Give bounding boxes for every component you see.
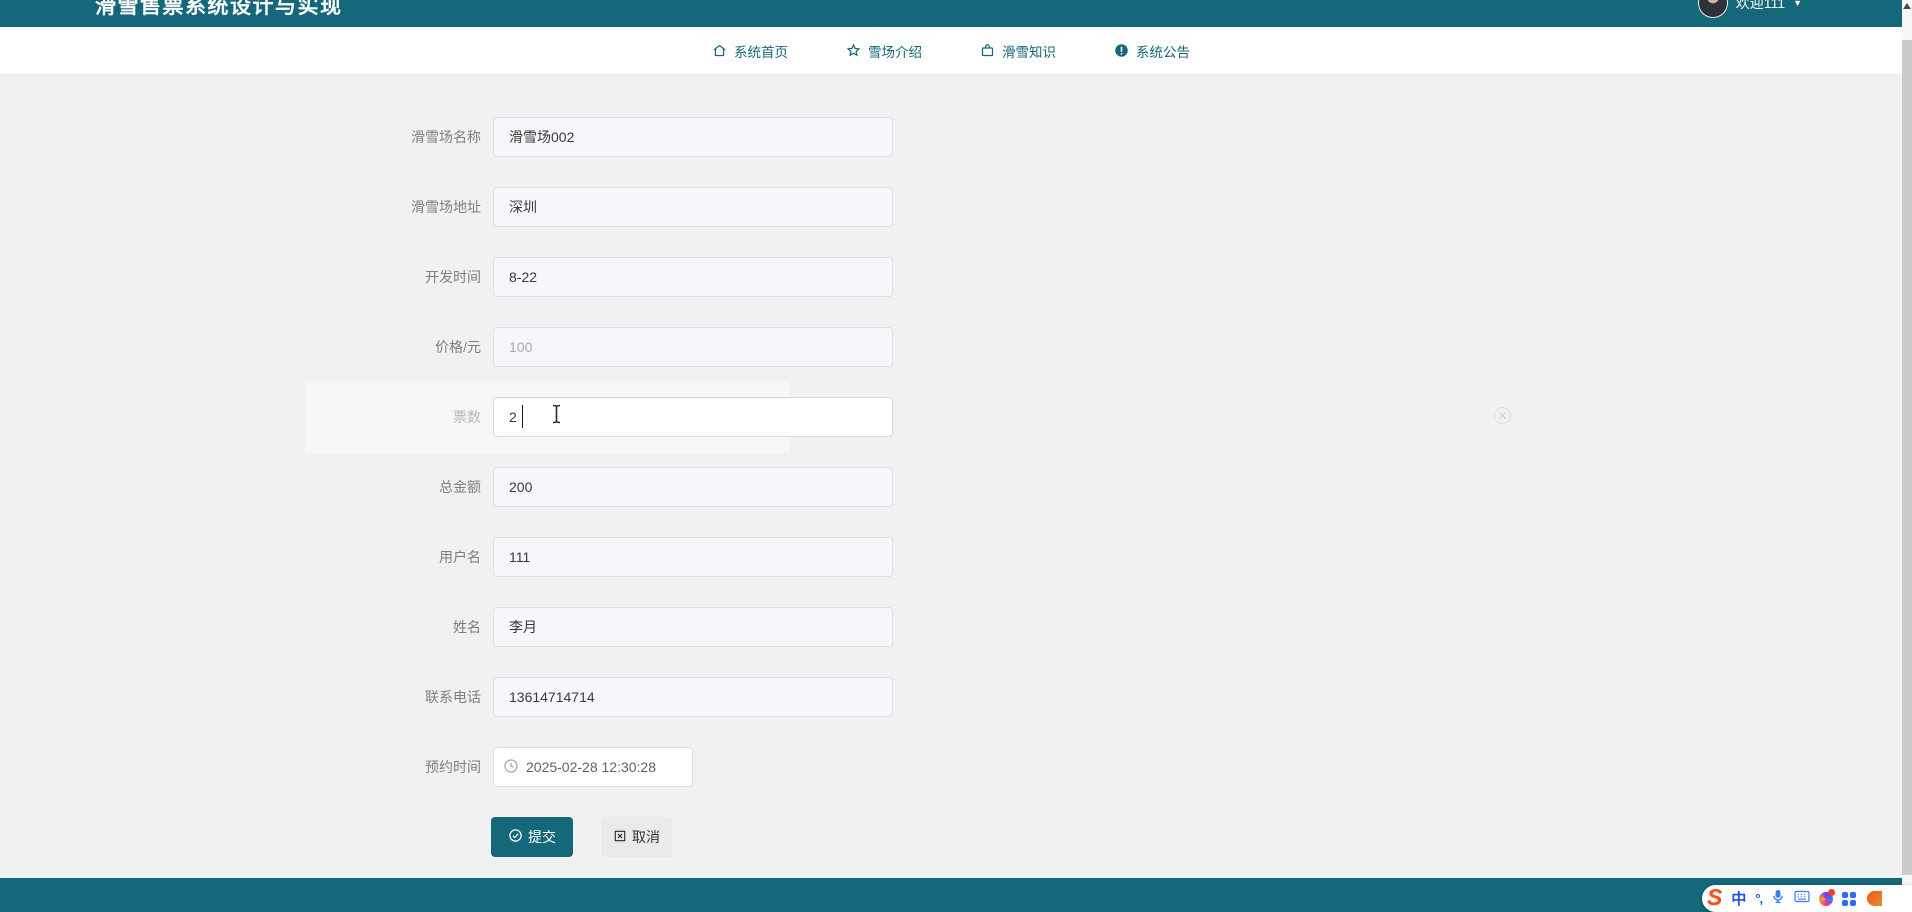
toolbox-icon[interactable] [1842,891,1857,906]
field-label: 开发时间 [425,269,481,285]
text-caret [522,405,523,428]
main-nav: 系统首页 雪场介绍 滑雪知识 系统公告 [0,27,1902,75]
submit-button[interactable]: 提交 [491,817,573,857]
star-icon [846,43,861,58]
form-row-phone: 联系电话 [0,677,1902,717]
submit-button-label: 提交 [528,829,556,845]
clock-icon [503,758,519,779]
nav-item-label: 雪场介绍 [868,44,922,60]
form-row-booking-time: 预约时间 [0,747,1902,787]
form-actions: 提交 取消 [0,817,1902,857]
field-label: 滑雪场名称 [411,129,481,145]
price-input[interactable] [493,327,893,367]
bag-icon [980,43,995,58]
close-square-icon [613,829,627,846]
page-title: 滑雪售票系统设计与实现 [95,0,343,18]
total-amount-input[interactable] [493,467,893,507]
field-label: 联系电话 [425,689,481,705]
nav-item-knowledge[interactable]: 滑雪知识 [980,41,1056,61]
field-label: 价格/元 [435,339,481,355]
form-row-open-time: 开发时间 [0,257,1902,297]
form-row-resort-name: 滑雪场名称 [0,117,1902,157]
microphone-icon[interactable] [1771,889,1785,909]
avatar[interactable] [1697,0,1728,18]
nav-item-label: 系统公告 [1136,44,1190,60]
vertical-scrollbar[interactable] [1902,0,1912,912]
field-label: 票数 [453,409,481,425]
skin-theme-icon[interactable] [1819,888,1836,906]
nav-item-resorts[interactable]: 雪场介绍 [846,41,922,61]
cancel-button[interactable]: 取消 [601,817,672,857]
home-icon [712,43,727,58]
nav-item-announcements[interactable]: 系统公告 [1114,41,1190,61]
form-row-total-amount: 总金额 [0,467,1902,507]
datetime-picker[interactable] [493,747,693,787]
cancel-button-label: 取消 [632,829,660,845]
clear-circle-icon[interactable] [1494,407,1511,424]
form-row-name: 姓名 [0,607,1902,647]
field-label: 用户名 [439,549,481,565]
open-time-input[interactable] [493,257,893,297]
page-footer [0,878,1902,912]
ime-toolbar: S 中 °, [1702,885,1912,912]
username-input[interactable] [493,537,893,577]
nav-item-home[interactable]: 系统首页 [712,41,788,61]
nav-item-label: 滑雪知识 [1002,44,1056,60]
punctuation-icon[interactable]: °, [1755,891,1763,906]
field-label: 预约时间 [425,759,481,775]
ibeam-cursor [550,404,563,429]
form-row-ticket-count: 票数 [0,381,1902,453]
scroll-up-arrow-icon[interactable] [1903,3,1911,9]
welcome-text: 欢迎111 [1735,0,1786,11]
resort-address-input[interactable] [493,187,893,227]
field-label: 滑雪场地址 [411,199,481,215]
phone-input[interactable] [493,677,893,717]
sogou-logo-icon[interactable]: S [1707,886,1722,909]
field-label: 姓名 [453,619,481,635]
info-icon [1114,43,1129,58]
page: 滑雪售票系统设计与实现 欢迎111 ▼ 系统首页 雪场介绍 滑雪知识 系统公告 … [0,0,1912,912]
form-row-resort-address: 滑雪场地址 [0,187,1902,227]
scrollbar-thumb[interactable] [1902,40,1912,875]
keyboard-icon[interactable] [1794,890,1810,908]
ime-overflow-icon[interactable] [1867,891,1883,906]
chinese-mode-icon[interactable]: 中 [1731,888,1746,909]
field-label: 总金额 [439,479,481,495]
app-header: 滑雪售票系统设计与实现 欢迎111 ▼ [0,0,1902,27]
name-input[interactable] [493,607,893,647]
resort-name-input[interactable] [493,117,893,157]
form-row-price: 价格/元 [0,327,1902,367]
booking-time-input[interactable] [493,747,693,787]
user-menu[interactable]: 欢迎111 ▼ [1697,0,1802,19]
chevron-down-icon: ▼ [1793,0,1802,8]
form-row-username: 用户名 [0,537,1902,577]
circle-check-icon [508,828,523,846]
booking-form: 滑雪场名称 滑雪场地址 开发时间 价格/元 票数 总金额 用户名 [0,75,1902,857]
nav-item-label: 系统首页 [734,44,788,60]
